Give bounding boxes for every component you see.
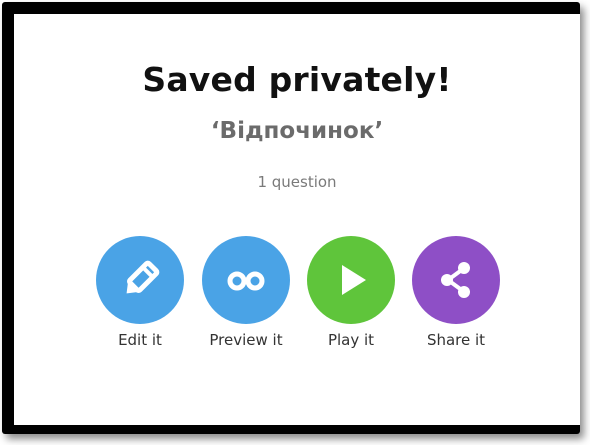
glasses-icon: [227, 271, 265, 291]
share-label: Share it: [426, 331, 486, 349]
preview-circle[interactable]: [202, 236, 290, 324]
play-circle[interactable]: [307, 236, 395, 324]
edit-circle[interactable]: [96, 236, 184, 324]
preview-label: Preview it: [209, 331, 283, 349]
share-circle[interactable]: [412, 236, 500, 324]
edit-label: Edit it: [118, 331, 162, 349]
edit-button[interactable]: Edit it: [86, 236, 194, 349]
play-label: Play it: [327, 331, 375, 349]
question-count: 1 question: [257, 173, 337, 191]
play-button[interactable]: Play it: [297, 236, 405, 349]
quiz-name: ‘Відпочинок’: [210, 118, 384, 144]
save-confirmation-dialog: Saved privately! ‘Відпочинок’ 1 question…: [14, 14, 580, 425]
dialog-title: Saved privately!: [142, 60, 452, 99]
play-icon: [342, 265, 366, 295]
dialog-frame: Saved privately! ‘Відпочинок’ 1 question…: [2, 2, 580, 434]
preview-button[interactable]: Preview it: [192, 236, 300, 349]
share-icon: [441, 262, 470, 298]
pencil-icon: [126, 260, 160, 294]
share-button[interactable]: Share it: [402, 236, 510, 349]
